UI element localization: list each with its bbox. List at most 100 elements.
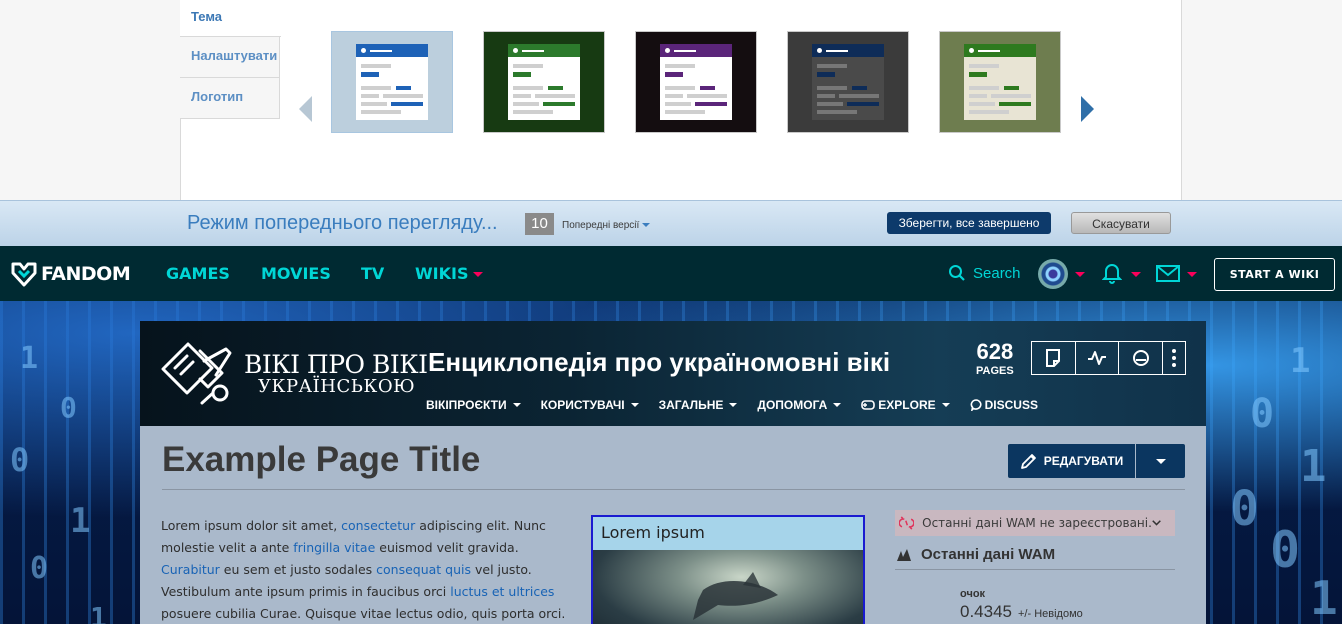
add-page-icon — [1046, 349, 1061, 367]
recent-activity-button[interactable] — [1076, 342, 1120, 374]
wam-heading-text: Останні дані WAM — [921, 546, 1056, 563]
pencil-icon — [1020, 454, 1036, 469]
theme-preview-line — [969, 110, 1009, 114]
tab-customize[interactable]: Налаштувати — [180, 37, 280, 78]
article-link[interactable]: consectetur — [341, 518, 415, 533]
wiki-menu-label: EXPLORE — [878, 398, 936, 412]
wam-score-delta: +/- Невідомо — [1018, 608, 1083, 620]
save-done-button[interactable]: Зберегти, все завершено — [887, 212, 1051, 234]
wam-alert: Останні дані WAM не зареєстровані. — [895, 510, 1175, 536]
start-a-wiki-button[interactable]: START A WIKI — [1214, 258, 1335, 291]
theme-preview-line — [361, 94, 379, 98]
nav-wikis[interactable]: WIKIS — [415, 264, 484, 283]
theme-preview-line — [361, 72, 379, 77]
theme-thumbnail[interactable] — [635, 31, 757, 133]
global-search[interactable]: Search — [948, 264, 1021, 282]
theme-preview-line — [665, 86, 695, 90]
pages-count-number: 628 — [976, 339, 1014, 364]
article-link[interactable]: consequat quis — [376, 562, 471, 577]
activity-pulse-icon — [1088, 351, 1106, 365]
chevron-down-icon[interactable] — [1075, 272, 1085, 277]
theme-thumbnail[interactable] — [331, 31, 453, 133]
theme-prev-arrow-icon[interactable] — [299, 96, 312, 122]
wiki-menu-discuss[interactable]: DISCUSS — [970, 398, 1038, 412]
theme-preview-header — [508, 44, 580, 57]
article-text: eu sem et justo sodales — [219, 562, 377, 577]
theme-next-arrow-icon[interactable] — [1081, 96, 1094, 122]
chevron-down-icon — [941, 403, 950, 407]
add-page-button[interactable] — [1032, 342, 1076, 374]
chevron-down-icon[interactable] — [1152, 519, 1161, 527]
wiki-menu-explore[interactable]: EXPLORE — [861, 398, 950, 412]
tab-theme[interactable]: Тема — [180, 0, 281, 37]
theme-preview-line — [361, 110, 401, 114]
binary-glyph: 0 — [60, 391, 77, 424]
theme-preview-line — [695, 102, 727, 106]
wiki-menu-general[interactable]: ЗАГАЛЬНЕ — [659, 398, 738, 412]
article-text: posuere cubilia Curae. Quisque vitae lec… — [161, 606, 566, 621]
fandom-heart-icon — [11, 262, 37, 287]
nav-games[interactable]: GAMES — [166, 264, 230, 283]
wam-logo-icon — [897, 548, 911, 561]
theme-toggle-button[interactable] — [1119, 342, 1164, 374]
bell-icon[interactable] — [1102, 262, 1122, 284]
binary-glyph: 1 — [70, 501, 91, 541]
wiki-menu-wikiprojects[interactable]: ВІКІПРОЄКТИ — [426, 398, 521, 412]
mail-icon[interactable] — [1156, 265, 1180, 282]
chevron-down-icon[interactable] — [1131, 272, 1141, 277]
chevron-down-icon — [473, 272, 484, 277]
binary-glyph: 1 — [90, 601, 107, 624]
theme-preview-line — [817, 102, 843, 106]
infobox: Lorem ipsum — [591, 515, 865, 624]
search-label: Search — [973, 264, 1021, 282]
pages-count-label: PAGES — [976, 365, 1014, 377]
theme-thumbnail[interactable] — [787, 31, 909, 133]
theme-preview-line — [969, 102, 995, 106]
article-link[interactable]: Curabitur — [161, 562, 220, 577]
wiki-wordmark[interactable]: ВІКІ ПРО ВІКІ УКРАЇНСЬКОЮ — [160, 341, 428, 407]
more-options-button[interactable] — [1163, 342, 1185, 374]
edit-button[interactable]: РЕДАГУВАТИ — [1008, 444, 1135, 478]
theme-preview-line — [852, 86, 867, 90]
wiki-menu-users[interactable]: КОРИСТУВАЧІ — [541, 398, 639, 412]
theme-thumbnail[interactable] — [483, 31, 605, 133]
theme-preview-line — [817, 86, 847, 90]
gamepad-icon — [861, 400, 876, 410]
theme-preview-line — [839, 94, 879, 98]
chevron-down-icon[interactable] — [1187, 272, 1197, 277]
nav-tv[interactable]: TV — [361, 264, 384, 283]
chevron-down-icon — [630, 403, 639, 407]
chevron-down-icon — [642, 223, 651, 228]
article-body: Lorem ipsum dolor sit amet, consectetur … — [161, 515, 581, 624]
article-link[interactable]: luctus et ultrices — [450, 584, 554, 599]
theme-preview-line — [391, 102, 423, 106]
wiki-sitename[interactable]: Енциклопедія про україномовні вікі — [428, 347, 890, 378]
theme-preview-page — [812, 44, 884, 120]
theme-thumbnail[interactable] — [939, 31, 1061, 133]
search-icon — [949, 265, 965, 281]
wordmark-line-2: УКРАЇНСЬКОЮ — [258, 376, 416, 397]
theme-preview-line — [513, 72, 531, 77]
preview-bar: Режим попереднього перегляду... 10 Попер… — [0, 200, 1342, 246]
wiki-menu-label: DISCUSS — [984, 398, 1038, 412]
wiki-menu-help[interactable]: ДОПОМОГА — [757, 398, 842, 412]
infobox-image — [593, 550, 863, 624]
more-vertical-icon — [1172, 349, 1177, 367]
nav-movies[interactable]: MOVIES — [261, 264, 331, 283]
previous-versions-dropdown[interactable]: Попередні версії — [562, 220, 651, 231]
article-text: euismod velit gravida. — [375, 540, 519, 555]
cancel-button[interactable]: Скасувати — [1071, 212, 1171, 234]
article-link[interactable]: fringilla vitae — [293, 540, 375, 555]
wordmark-line-1: ВІКІ ПРО ВІКІ — [244, 350, 428, 379]
wam-score: 0.4345 +/- Невідомо — [960, 602, 1083, 622]
nav-wikis-label: WIKIS — [415, 264, 469, 283]
quill-paper-icon — [161, 342, 232, 405]
chevron-down-icon — [729, 403, 738, 407]
tab-logo[interactable]: Логотип — [180, 78, 280, 119]
edit-dropdown-button[interactable] — [1136, 444, 1185, 478]
fandom-logo[interactable]: FANDOM — [10, 260, 131, 288]
theme-preview-line — [665, 94, 683, 98]
user-avatar[interactable] — [1038, 259, 1068, 289]
wam-heading: Останні дані WAM — [895, 544, 1175, 570]
theme-preview-header — [964, 44, 1036, 57]
